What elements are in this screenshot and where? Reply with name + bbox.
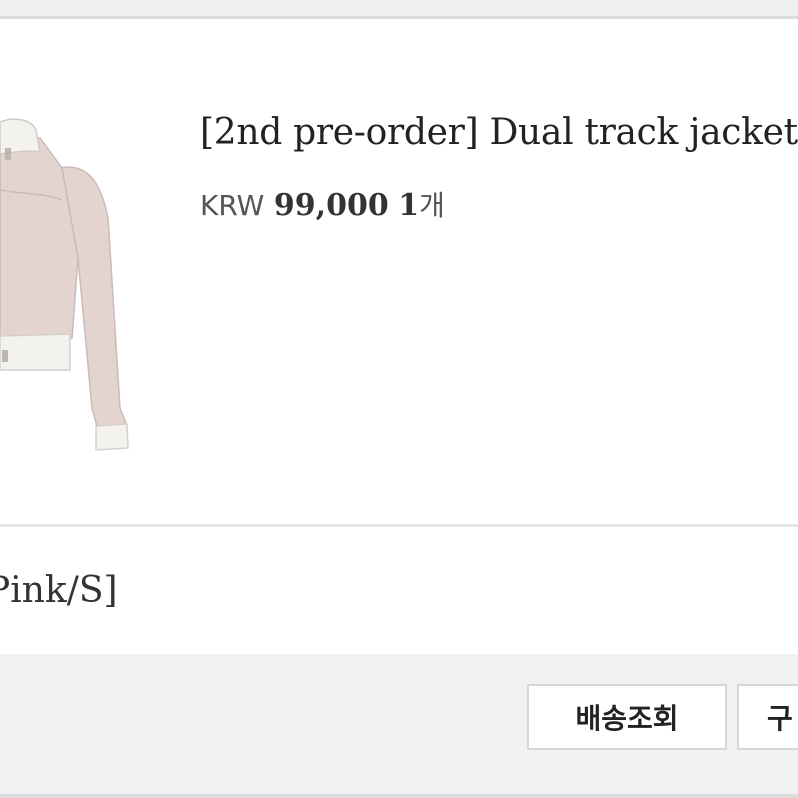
secondary-action-button[interactable]: 구 [737,684,798,750]
track-delivery-button[interactable]: 배송조회 [527,684,727,750]
top-divider-band [0,0,798,16]
bottom-divider-line [0,794,798,798]
selected-option: Pink/S] [0,570,118,611]
price-currency: KRW [200,189,265,222]
order-detail-page: [2nd pre-order] Dual track jacket KRW 99… [0,0,798,798]
quantity-unit: 개 [419,189,445,222]
price-amount: 99,000 [273,188,389,223]
price-line: KRW 99,000 1개 [200,184,445,224]
quantity-value: 1 [398,188,420,223]
product-thumbnail[interactable] [0,108,140,458]
product-name[interactable]: [2nd pre-order] Dual track jacket [200,112,798,153]
jacket-image [0,118,129,451]
top-divider-line [0,16,798,19]
section-divider [0,524,798,527]
